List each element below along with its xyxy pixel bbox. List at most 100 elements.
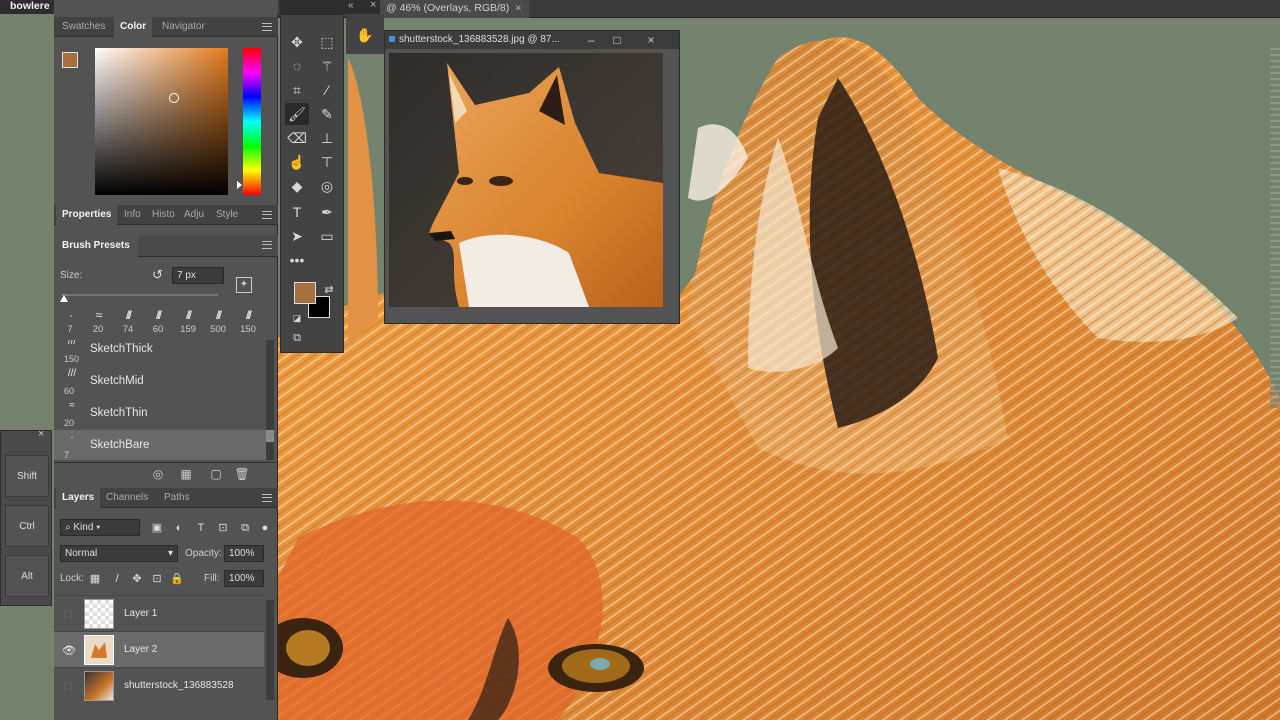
close-icon[interactable]: × — [370, 0, 376, 11]
tab-properties[interactable]: Properties — [56, 205, 118, 225]
document-tab[interactable]: @ 46% (Overlays, RGB/8) × — [378, 0, 530, 18]
more-tools-icon[interactable]: ••• — [285, 249, 309, 271]
marquee-tool-icon[interactable]: ⬚ — [315, 31, 339, 53]
fill-input[interactable]: 100% — [224, 570, 264, 587]
brush-thumb[interactable]: ≈20 — [84, 306, 112, 338]
preset-scrollbar[interactable] — [266, 340, 274, 460]
lock-artboard-icon[interactable]: ⊡ — [150, 572, 164, 586]
brush-thumb[interactable]: ///500 — [204, 306, 232, 338]
reference-window[interactable]: shutterstock_136883528.jpg @ 87... – □ × — [384, 30, 680, 324]
minimize-icon[interactable]: – — [583, 32, 599, 48]
close-icon[interactable]: × — [643, 32, 659, 48]
lock-position-icon[interactable]: ✥ — [130, 572, 144, 586]
clone-stamp-icon[interactable]: ⊥ — [315, 127, 339, 149]
lock-pixels-icon[interactable]: / — [110, 572, 124, 586]
brush-thumb[interactable]: · 7 — [56, 306, 84, 338]
screen-mode-icon[interactable]: ⧉ — [285, 327, 309, 349]
visibility-toggle[interactable] — [64, 682, 72, 690]
magic-wand-icon[interactable]: ⚚ — [315, 55, 339, 77]
smudge-tool-icon[interactable]: ☝ — [285, 151, 309, 173]
opacity-input[interactable]: 100% — [224, 545, 264, 562]
type-tool-icon[interactable]: T — [285, 201, 309, 223]
brush-tool-icon[interactable]: 🖌 — [285, 103, 309, 125]
move-tool-icon[interactable]: ✥ — [285, 31, 309, 53]
foreground-color[interactable] — [294, 282, 316, 304]
shape-filter-icon[interactable]: ⊡ — [216, 521, 230, 535]
text-filter-icon[interactable]: T — [194, 521, 208, 535]
tab-paths[interactable]: Paths — [158, 488, 196, 508]
size-input[interactable]: 7 px — [172, 267, 224, 284]
ctrl-key-button[interactable]: Ctrl — [5, 505, 49, 547]
close-icon[interactable]: × — [38, 428, 44, 440]
list-item[interactable]: /// 60 SketchMid — [54, 366, 268, 398]
reference-titlebar[interactable]: shutterstock_136883528.jpg @ 87... – □ × — [385, 31, 679, 49]
adjustment-filter-icon[interactable]: ◐ — [172, 521, 186, 535]
lock-all-icon[interactable]: 🔒 — [170, 572, 184, 586]
brush-thumb[interactable]: ///150 — [234, 306, 262, 338]
blur-tool-icon[interactable]: ◎ — [315, 175, 339, 197]
tab-histogram[interactable]: Histo — [146, 205, 181, 225]
tab-navigator[interactable]: Navigator — [156, 17, 211, 37]
paint-bucket-icon[interactable]: ◆ — [285, 175, 309, 197]
collapse-icon[interactable]: « — [348, 0, 354, 11]
shift-key-button[interactable]: Shift — [5, 455, 49, 497]
tab-layers[interactable]: Layers — [56, 488, 101, 508]
list-item[interactable]: · 7 SketchBare — [54, 430, 268, 460]
new-preset-icon[interactable]: ✦ — [236, 277, 252, 293]
size-slider[interactable] — [62, 294, 218, 296]
color-cursor[interactable] — [169, 93, 179, 103]
eyedropper-icon[interactable]: ⁄ — [315, 79, 339, 101]
tab-adjustments[interactable]: Adju — [178, 205, 210, 225]
pen-tool-icon[interactable]: ✒ — [315, 201, 339, 223]
layers-scrollbar[interactable] — [266, 600, 274, 700]
table-row[interactable]: 👁 Layer 2 — [54, 631, 264, 667]
color-field[interactable] — [95, 48, 228, 195]
maximize-icon[interactable]: □ — [609, 32, 625, 48]
alt-key-button[interactable]: Alt — [5, 555, 49, 597]
list-item[interactable]: /// 150 SketchThick — [54, 340, 268, 366]
lasso-tool-icon[interactable]: ◌ — [285, 55, 309, 77]
table-row[interactable]: shutterstock_136883528 — [54, 667, 264, 703]
toggle-visibility-icon[interactable]: ◎ — [150, 466, 166, 482]
blend-mode-select[interactable]: Normal ▾ — [60, 545, 178, 562]
image-filter-icon[interactable]: ▣ — [150, 521, 164, 535]
hue-marker[interactable] — [237, 181, 242, 189]
brush-thumb[interactable]: ///159 — [174, 306, 202, 338]
trash-icon[interactable]: 🗑 — [234, 466, 250, 482]
path-selection-icon[interactable]: ➤ — [285, 225, 309, 247]
brush-presets-title[interactable]: Brush Presets — [54, 235, 138, 257]
tab-swatches[interactable]: Swatches — [56, 17, 111, 37]
default-colors-icon[interactable]: ◪ — [285, 307, 309, 329]
eraser-tool-icon[interactable]: ⌫ — [285, 127, 309, 149]
brush-panel-icon[interactable]: ▦ — [178, 466, 194, 482]
eye-icon[interactable]: 👁 — [62, 644, 76, 657]
panel-menu-icon[interactable] — [262, 23, 272, 31]
table-row[interactable]: Layer 1 — [54, 595, 264, 631]
size-slider-knob[interactable] — [60, 295, 68, 302]
panel-menu-icon[interactable] — [262, 494, 272, 502]
tab-styles[interactable]: Style — [210, 205, 244, 225]
hand-tool-icon[interactable]: ✋ — [353, 24, 377, 46]
tab-info[interactable]: Info — [118, 205, 147, 225]
preset-scrollbar-thumb[interactable] — [266, 430, 274, 442]
stamp-icon[interactable]: ⊤ — [315, 151, 339, 173]
new-preset-icon[interactable]: ▢ — [208, 466, 224, 482]
rectangle-tool-icon[interactable]: ▭ — [315, 225, 339, 247]
close-document-icon[interactable]: × — [515, 2, 521, 14]
crop-tool-icon[interactable]: ⌗ — [285, 79, 309, 101]
visibility-toggle[interactable] — [64, 610, 72, 618]
reset-size-icon[interactable]: ↺ — [152, 267, 163, 283]
foreground-swatch[interactable] — [62, 52, 78, 68]
pencil-tool-icon[interactable]: ✎ — [315, 103, 339, 125]
hue-slider[interactable] — [243, 48, 261, 195]
panel-menu-icon[interactable] — [262, 211, 272, 219]
tab-color[interactable]: Color — [114, 17, 153, 37]
smart-object-filter-icon[interactable]: ⧉ — [238, 521, 252, 535]
filter-toggle-icon[interactable]: ● — [258, 521, 272, 535]
layer-filter-select[interactable]: ⌕ Kind ▾ — [60, 519, 140, 536]
brush-thumb[interactable]: ///74 — [114, 306, 142, 338]
list-item[interactable]: ≈ 20 SketchThin — [54, 398, 268, 430]
lock-transparent-icon[interactable]: ▦ — [88, 572, 102, 586]
brush-thumb[interactable]: ///60 — [144, 306, 172, 338]
tab-channels[interactable]: Channels — [100, 488, 154, 508]
